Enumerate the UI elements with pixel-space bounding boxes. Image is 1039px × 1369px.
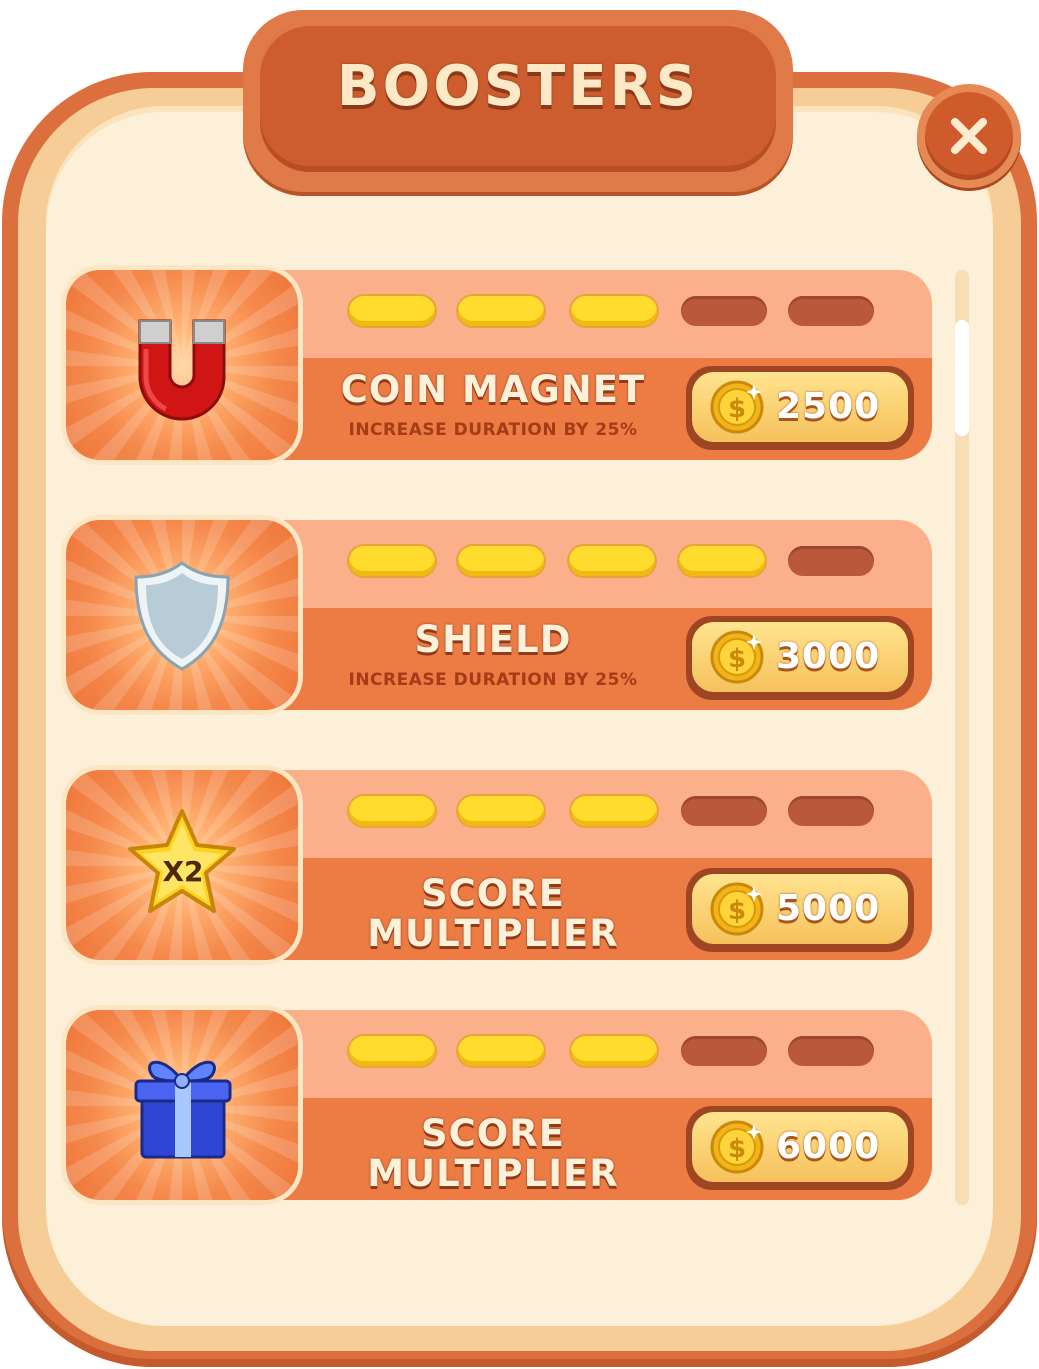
- price-label[interactable]: 3000: [776, 636, 906, 677]
- level-segment: [458, 296, 544, 326]
- svg-text:$: $: [728, 394, 746, 424]
- booster-name: SCORE MULTIPLIER: [298, 1114, 688, 1194]
- coin-icon: $: [710, 1120, 764, 1174]
- level-segment: [571, 296, 657, 326]
- booster-description: INCREASE DURATION BY 25%: [348, 420, 638, 440]
- close-button-face[interactable]: [925, 92, 1013, 180]
- price-label[interactable]: 2500: [776, 386, 906, 427]
- booster-name: SHIELD: [414, 618, 572, 661]
- buy-button-face[interactable]: $ 3000: [692, 622, 908, 692]
- booster-icon-box: [66, 270, 298, 460]
- booster-card-score-multiplier: X2 SCORE MULTIPLIER $ 5000: [66, 770, 932, 960]
- level-segment: [788, 1036, 874, 1066]
- svg-text:$: $: [728, 896, 746, 926]
- gift-box-icon: [134, 1060, 232, 1159]
- buy-button[interactable]: $ 6000: [686, 1106, 914, 1190]
- coin-icon: $: [710, 882, 764, 936]
- star-label: X2: [162, 855, 203, 888]
- buy-button-face[interactable]: $ 6000: [692, 1112, 908, 1182]
- booster-name: SCORE MULTIPLIER: [298, 874, 688, 954]
- level-segment: [569, 546, 655, 576]
- booster-name-line2: MULTIPLIER: [367, 912, 619, 955]
- level-segment: [571, 796, 657, 826]
- magnet-icon: [138, 319, 226, 421]
- close-button[interactable]: [917, 84, 1021, 188]
- panel-title: BOOSTERS: [336, 54, 700, 119]
- buy-button-face[interactable]: $ 2500: [692, 372, 908, 442]
- level-segment: [349, 1036, 435, 1066]
- coin-icon: $: [710, 380, 764, 434]
- star-x2-icon: X2: [128, 809, 236, 913]
- booster-name-line1: SCORE: [420, 1112, 566, 1155]
- level-segment: [571, 1036, 657, 1066]
- shield-icon: [134, 561, 230, 671]
- buy-button[interactable]: $ 5000: [686, 868, 914, 952]
- level-segment: [681, 796, 767, 826]
- booster-name-line2: MULTIPLIER: [367, 1152, 619, 1195]
- price-label[interactable]: 5000: [776, 888, 906, 929]
- buy-button[interactable]: $ 2500: [686, 366, 914, 450]
- booster-name: COIN MAGNET: [340, 368, 646, 411]
- level-segment: [349, 796, 435, 826]
- svg-text:$: $: [728, 1134, 746, 1164]
- booster-card-shield: SHIELD INCREASE DURATION BY 25% $ 3000: [66, 520, 932, 710]
- level-segment: [788, 546, 874, 576]
- booster-icon-box: [66, 1010, 298, 1200]
- booster-description: INCREASE DURATION BY 25%: [348, 670, 638, 690]
- level-segment: [349, 296, 435, 326]
- level-segment: [458, 1036, 544, 1066]
- scrollbar-thumb[interactable]: [955, 320, 969, 436]
- level-segment: [681, 1036, 767, 1066]
- price-label[interactable]: 6000: [776, 1126, 906, 1167]
- booster-name-line1: SCORE: [420, 872, 566, 915]
- level-segment: [458, 796, 544, 826]
- booster-card-coin-magnet: COIN MAGNET INCREASE DURATION BY 25% $ 2…: [66, 270, 932, 460]
- svg-text:$: $: [728, 644, 746, 674]
- buy-button-face[interactable]: $ 5000: [692, 874, 908, 944]
- level-segment: [788, 296, 874, 326]
- level-segment: [788, 796, 874, 826]
- buy-button[interactable]: $ 3000: [686, 616, 914, 700]
- close-icon[interactable]: [949, 116, 989, 156]
- booster-card-gift: SCORE MULTIPLIER $ 6000: [66, 1010, 932, 1200]
- coin-icon: $: [710, 630, 764, 684]
- level-segment: [681, 296, 767, 326]
- level-segment: [349, 546, 435, 576]
- level-segment: [458, 546, 544, 576]
- level-segment: [679, 546, 765, 576]
- booster-icon-box: [66, 520, 298, 710]
- booster-icon-box: X2: [66, 770, 298, 960]
